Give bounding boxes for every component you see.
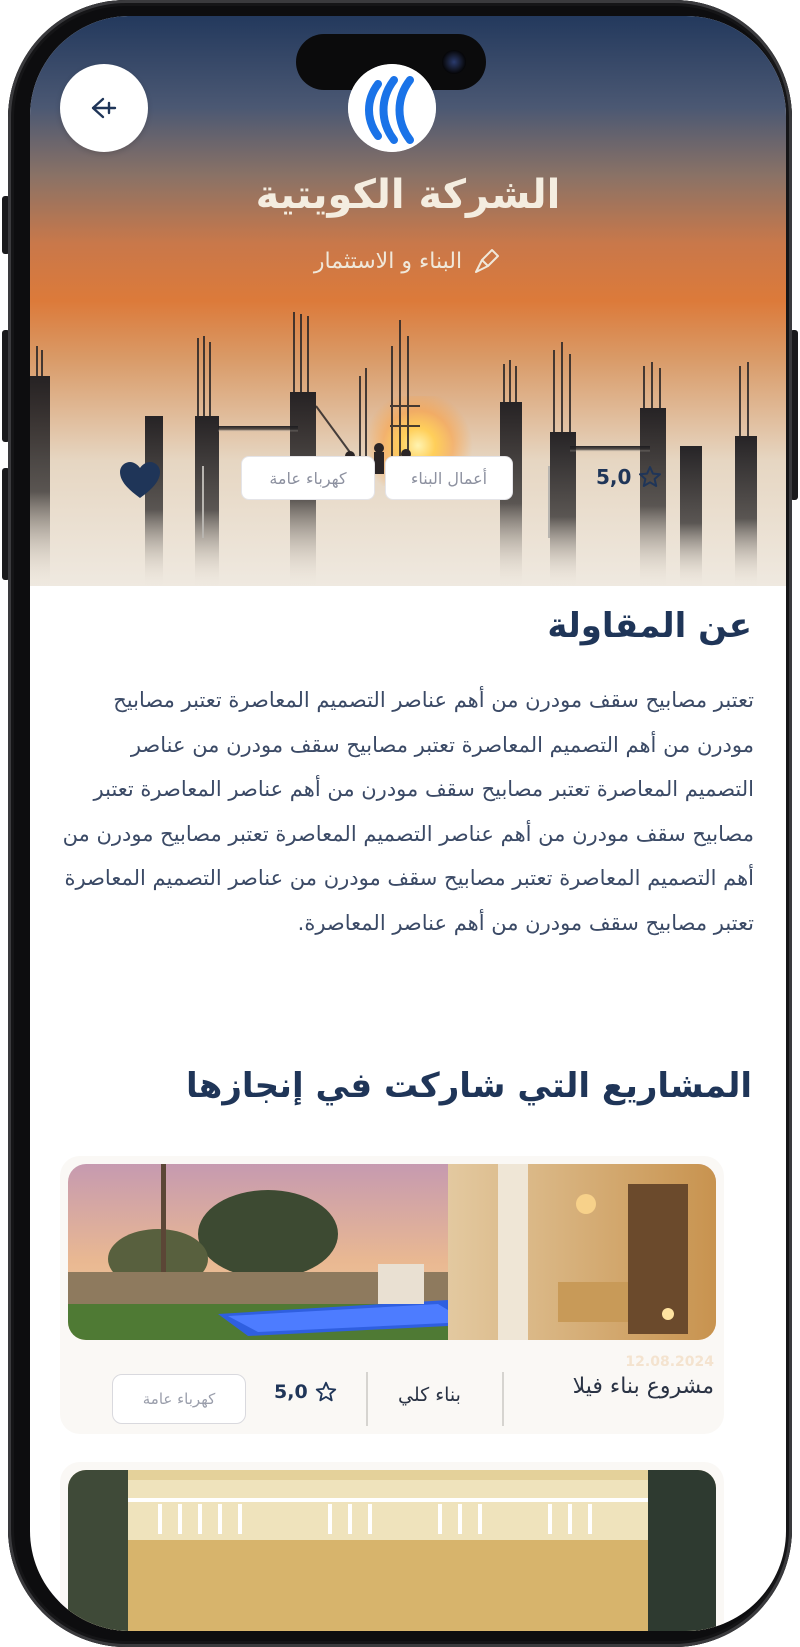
- company-meta-row: كهرباء عامة أعمال البناء 5,0: [30, 456, 786, 546]
- meta-divider: [202, 466, 204, 538]
- card-divider: [366, 1372, 368, 1426]
- project-rating-value: 5,0: [274, 1381, 308, 1403]
- project-card[interactable]: 12.08.2024 مشروع بناء فيلا بناء كلي 5,0 …: [60, 1156, 724, 1434]
- meta-divider: [548, 466, 550, 538]
- project-tag[interactable]: كهرباء عامة: [112, 1374, 246, 1424]
- front-camera: [442, 50, 466, 74]
- company-name: الشركة الكويتية: [255, 172, 561, 218]
- project-type: بناء كلي: [398, 1384, 461, 1406]
- heart-icon[interactable]: [118, 460, 162, 500]
- star-icon: [639, 466, 662, 487]
- projects-title: المشاريع التي شاركت في إنجازها: [186, 1066, 752, 1106]
- company-rating: 5,0: [596, 464, 663, 490]
- company-header: الشركة الكويتية البناء و الاستثمار كهربا…: [30, 16, 786, 586]
- project-rating: 5,0: [274, 1380, 338, 1404]
- about-title: عن المقاولة: [547, 606, 752, 646]
- project-image: [68, 1470, 716, 1631]
- company-field: البناء و الاستثمار: [30, 246, 786, 276]
- card-divider: [502, 1372, 504, 1426]
- company-logo: [348, 64, 436, 152]
- tag-general-electricity[interactable]: كهرباء عامة: [241, 456, 375, 500]
- project-card[interactable]: [60, 1462, 724, 1631]
- phone-frame: الشركة الكويتية البناء و الاستثمار كهربا…: [8, 0, 792, 1647]
- project-date: 12.08.2024: [625, 1354, 714, 1370]
- tag-construction-works[interactable]: أعمال البناء: [385, 456, 513, 500]
- project-image: [68, 1164, 716, 1340]
- company-field-label: البناء و الاستثمار: [313, 248, 463, 274]
- villa-balcony-image: [68, 1470, 716, 1631]
- trowel-icon: [475, 249, 500, 273]
- villa-pool-image: [68, 1164, 716, 1340]
- about-description: تعتبر مصابيح سقف مودرن من أهم عناصر التص…: [62, 688, 754, 935]
- company-logo-icon: [348, 64, 436, 152]
- back-button[interactable]: [60, 64, 148, 152]
- star-icon: [315, 1381, 336, 1402]
- rating-value: 5,0: [596, 465, 632, 489]
- app-screen: الشركة الكويتية البناء و الاستثمار كهربا…: [30, 16, 786, 1631]
- project-title: مشروع بناء فيلا: [572, 1374, 714, 1399]
- arrow-left-icon: [91, 97, 117, 119]
